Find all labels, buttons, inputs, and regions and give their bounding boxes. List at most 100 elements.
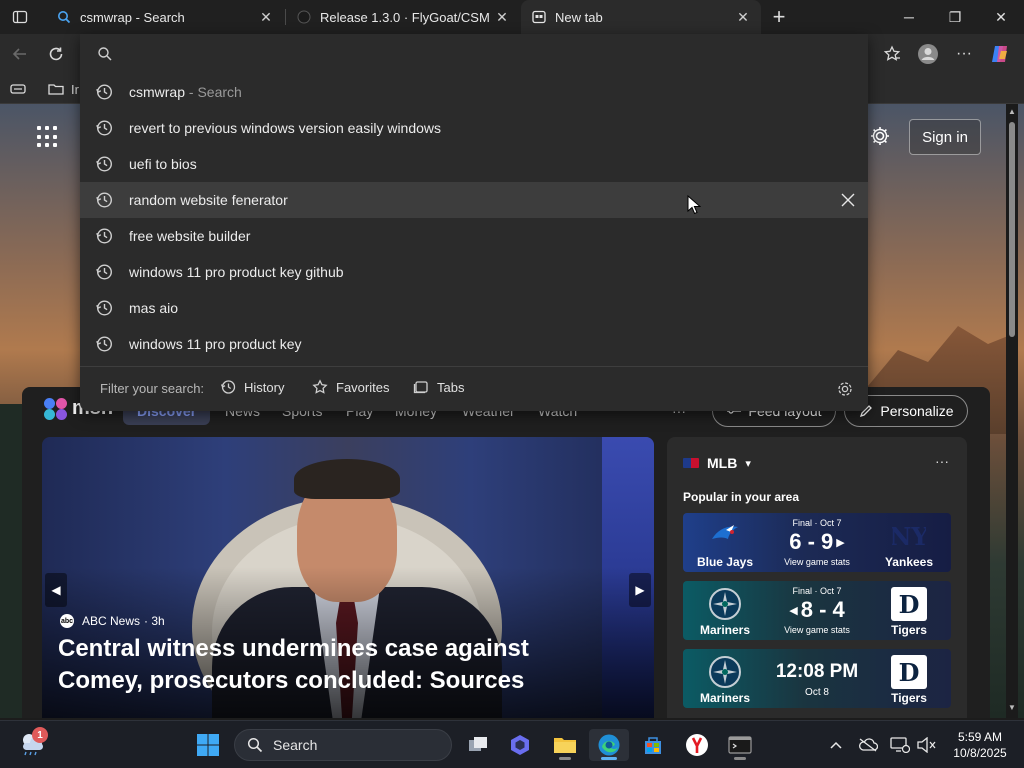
microsoft-store-button[interactable] — [633, 729, 673, 761]
history-clock-icon — [95, 263, 113, 281]
suggestion-item[interactable]: csmwrap - Search — [80, 74, 868, 110]
abc-news-logo-icon: abc — [60, 614, 74, 628]
suggestion-query: random website fenerator — [129, 192, 288, 208]
view-game-stats-link[interactable]: View game stats — [767, 557, 867, 567]
home-team-name: Blue Jays — [696, 555, 754, 569]
close-tab-icon[interactable]: ✕ — [494, 9, 510, 25]
mlb-widget: MLB ▾ ··· Popular in your area Blue Jays… — [667, 437, 967, 718]
taskbar: 1 Search 5:59 AM 10/8/2025 — [0, 720, 1024, 768]
notification-badge: 1 — [32, 727, 48, 743]
terminal-button[interactable] — [720, 729, 760, 761]
clock-time: 5:59 AM — [957, 730, 1003, 744]
show-hidden-icons-chevron-icon[interactable] — [826, 735, 846, 755]
page-settings-gear-icon[interactable] — [869, 125, 891, 153]
hero-source: abc ABC News · 3h — [60, 614, 165, 628]
address-input[interactable] — [120, 40, 850, 68]
file-explorer-button[interactable] — [545, 729, 585, 761]
history-clock-icon — [95, 119, 113, 137]
minimize-button[interactable]: ─ — [886, 0, 932, 34]
edge-taskbar-button[interactable] — [589, 729, 629, 761]
hero-next-arrow-icon[interactable]: ▶ — [629, 573, 651, 607]
back-arrow-icon[interactable] — [8, 42, 32, 66]
favorites-star-icon[interactable] — [880, 42, 904, 66]
suggestion-item[interactable]: uefi to bios — [80, 146, 868, 182]
hero-headline[interactable]: Central witness undermines case against … — [58, 633, 618, 697]
favorites-folder-item[interactable]: Ir — [48, 79, 79, 99]
game-card[interactable]: Blue Jays Final · Oct 7 6 - 9 ▶ View game… — [683, 513, 951, 572]
store-bag-icon — [645, 737, 661, 754]
mariners-logo-icon — [707, 587, 743, 621]
hero-source-name: ABC News — [82, 614, 141, 628]
restore-button[interactable]: ❐ — [932, 0, 978, 34]
page-scrollbar[interactable]: ▲ ▼ — [1006, 104, 1018, 718]
game-card[interactable]: Mariners Final · Oct 7 ◀ 8 - 4 View game … — [683, 581, 951, 640]
active-indicator — [601, 757, 617, 760]
blue-jays-logo-icon — [707, 519, 743, 553]
away-team-name: Yankees — [884, 555, 934, 569]
suggestion-item[interactable]: free website builder — [80, 218, 868, 254]
address-bar[interactable] — [80, 34, 868, 74]
start-button[interactable] — [188, 729, 228, 761]
close-tab-icon[interactable]: ✕ — [735, 9, 751, 25]
hero-prev-arrow-icon[interactable]: ◀ — [45, 573, 67, 607]
yandex-browser-button[interactable] — [677, 729, 717, 761]
filter-tabs-button[interactable]: Tabs — [413, 379, 464, 395]
settings-more-icon[interactable]: ··· — [952, 42, 976, 66]
tab-bing-search[interactable]: csmwrap - Search ✕ — [44, 0, 284, 34]
profile-avatar-icon[interactable] — [916, 42, 940, 66]
suggestion-text: uefi to bios — [129, 156, 197, 172]
immersive-reader-icon[interactable] — [10, 79, 26, 99]
tab-actions-icon[interactable] — [8, 5, 32, 29]
hero-story-card[interactable]: ◀ ▶ abc ABC News · 3h Central witness un… — [42, 437, 654, 718]
tab-new-tab[interactable]: New tab ✕ — [521, 0, 761, 34]
suggestion-item[interactable]: windows 11 pro product key github — [80, 254, 868, 290]
suggestion-query: windows 11 pro product key — [129, 336, 302, 352]
suggestion-item[interactable]: mas aio — [80, 290, 868, 326]
task-view-button[interactable] — [458, 729, 498, 761]
volume-muted-icon[interactable] — [916, 735, 936, 755]
history-clock-icon — [95, 191, 113, 209]
suggestion-item[interactable]: revert to previous windows version easil… — [80, 110, 868, 146]
remove-suggestion-icon[interactable] — [840, 192, 856, 208]
suggestion-query: free website builder — [129, 228, 251, 244]
game-score: ◀ 8 - 4 — [767, 597, 867, 623]
search-icon — [98, 47, 112, 61]
tigers-logo-icon: D — [891, 587, 927, 621]
history-clock-icon — [95, 227, 113, 245]
suggestion-query: mas aio — [129, 300, 179, 316]
game-score-value: 8 - 4 — [800, 597, 845, 622]
scroll-up-arrow-icon[interactable]: ▲ — [1006, 106, 1018, 118]
mlb-header[interactable]: MLB ▾ — [683, 455, 751, 471]
game-card[interactable]: Mariners 12:08 PM Oct 8 D Tigers — [683, 649, 951, 708]
scroll-thumb[interactable] — [1009, 122, 1015, 337]
taskbar-search-box[interactable]: Search — [234, 729, 452, 761]
search-settings-gear-icon[interactable] — [836, 380, 854, 398]
history-icon — [220, 380, 236, 394]
filter-favorites-button[interactable]: Favorites — [312, 379, 389, 395]
copilot-taskbar-button[interactable] — [500, 729, 540, 761]
mlb-more-icon[interactable]: ··· — [935, 453, 949, 469]
copilot-icon[interactable] — [988, 42, 1012, 66]
sign-in-button[interactable]: Sign in — [909, 119, 981, 155]
svg-text:NY: NY — [892, 522, 926, 551]
away-team-name: Tigers — [891, 691, 927, 705]
new-tab-button[interactable]: + — [767, 4, 791, 29]
star-icon — [312, 379, 328, 394]
scroll-down-arrow-icon[interactable]: ▼ — [1006, 702, 1018, 714]
filter-history-button[interactable]: History — [220, 379, 284, 395]
suggestion-item[interactable]: random website fenerator — [80, 182, 868, 218]
tab-github-release[interactable]: Release 1.3.0 · FlyGoat/CSMWrap ✕ — [286, 0, 520, 34]
refresh-icon[interactable] — [44, 42, 68, 66]
terminal-icon — [728, 736, 752, 754]
suggestion-item[interactable]: windows 11 pro product key — [80, 326, 868, 362]
game-score-value: 6 - 9 — [789, 529, 834, 554]
close-window-button[interactable]: ✕ — [978, 0, 1024, 34]
close-tab-icon[interactable]: ✕ — [258, 9, 274, 25]
network-monitor-icon[interactable] — [890, 735, 910, 755]
github-icon — [296, 9, 312, 25]
view-game-stats-link[interactable]: View game stats — [767, 625, 867, 635]
taskbar-clock[interactable]: 5:59 AM 10/8/2025 — [948, 729, 1012, 761]
history-clock-icon — [95, 299, 113, 317]
app-launcher-icon[interactable] — [37, 126, 59, 148]
onedrive-cloud-icon[interactable] — [858, 735, 878, 755]
